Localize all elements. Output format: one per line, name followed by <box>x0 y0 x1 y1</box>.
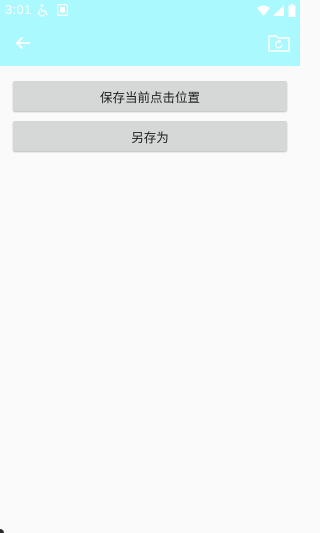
app-bar <box>0 20 300 66</box>
status-bar: 3:01 <box>0 0 300 20</box>
signal-icon <box>271 3 285 17</box>
screen: 3:01 保存当前点击位置 另存为 <box>0 0 300 533</box>
save-current-position-button[interactable]: 保存当前点击位置 <box>13 81 287 111</box>
arrow-back-icon <box>15 35 31 51</box>
folder-button[interactable] <box>266 30 292 56</box>
app-notification-icon <box>55 3 69 17</box>
accessibility-icon <box>36 3 50 17</box>
battery-icon <box>285 3 299 17</box>
folder-refresh-icon <box>268 34 290 52</box>
back-button[interactable] <box>10 30 36 56</box>
screen-corner <box>0 529 4 533</box>
wifi-icon <box>256 3 270 17</box>
status-time: 3:01 <box>5 2 32 17</box>
save-as-button[interactable]: 另存为 <box>13 121 287 151</box>
